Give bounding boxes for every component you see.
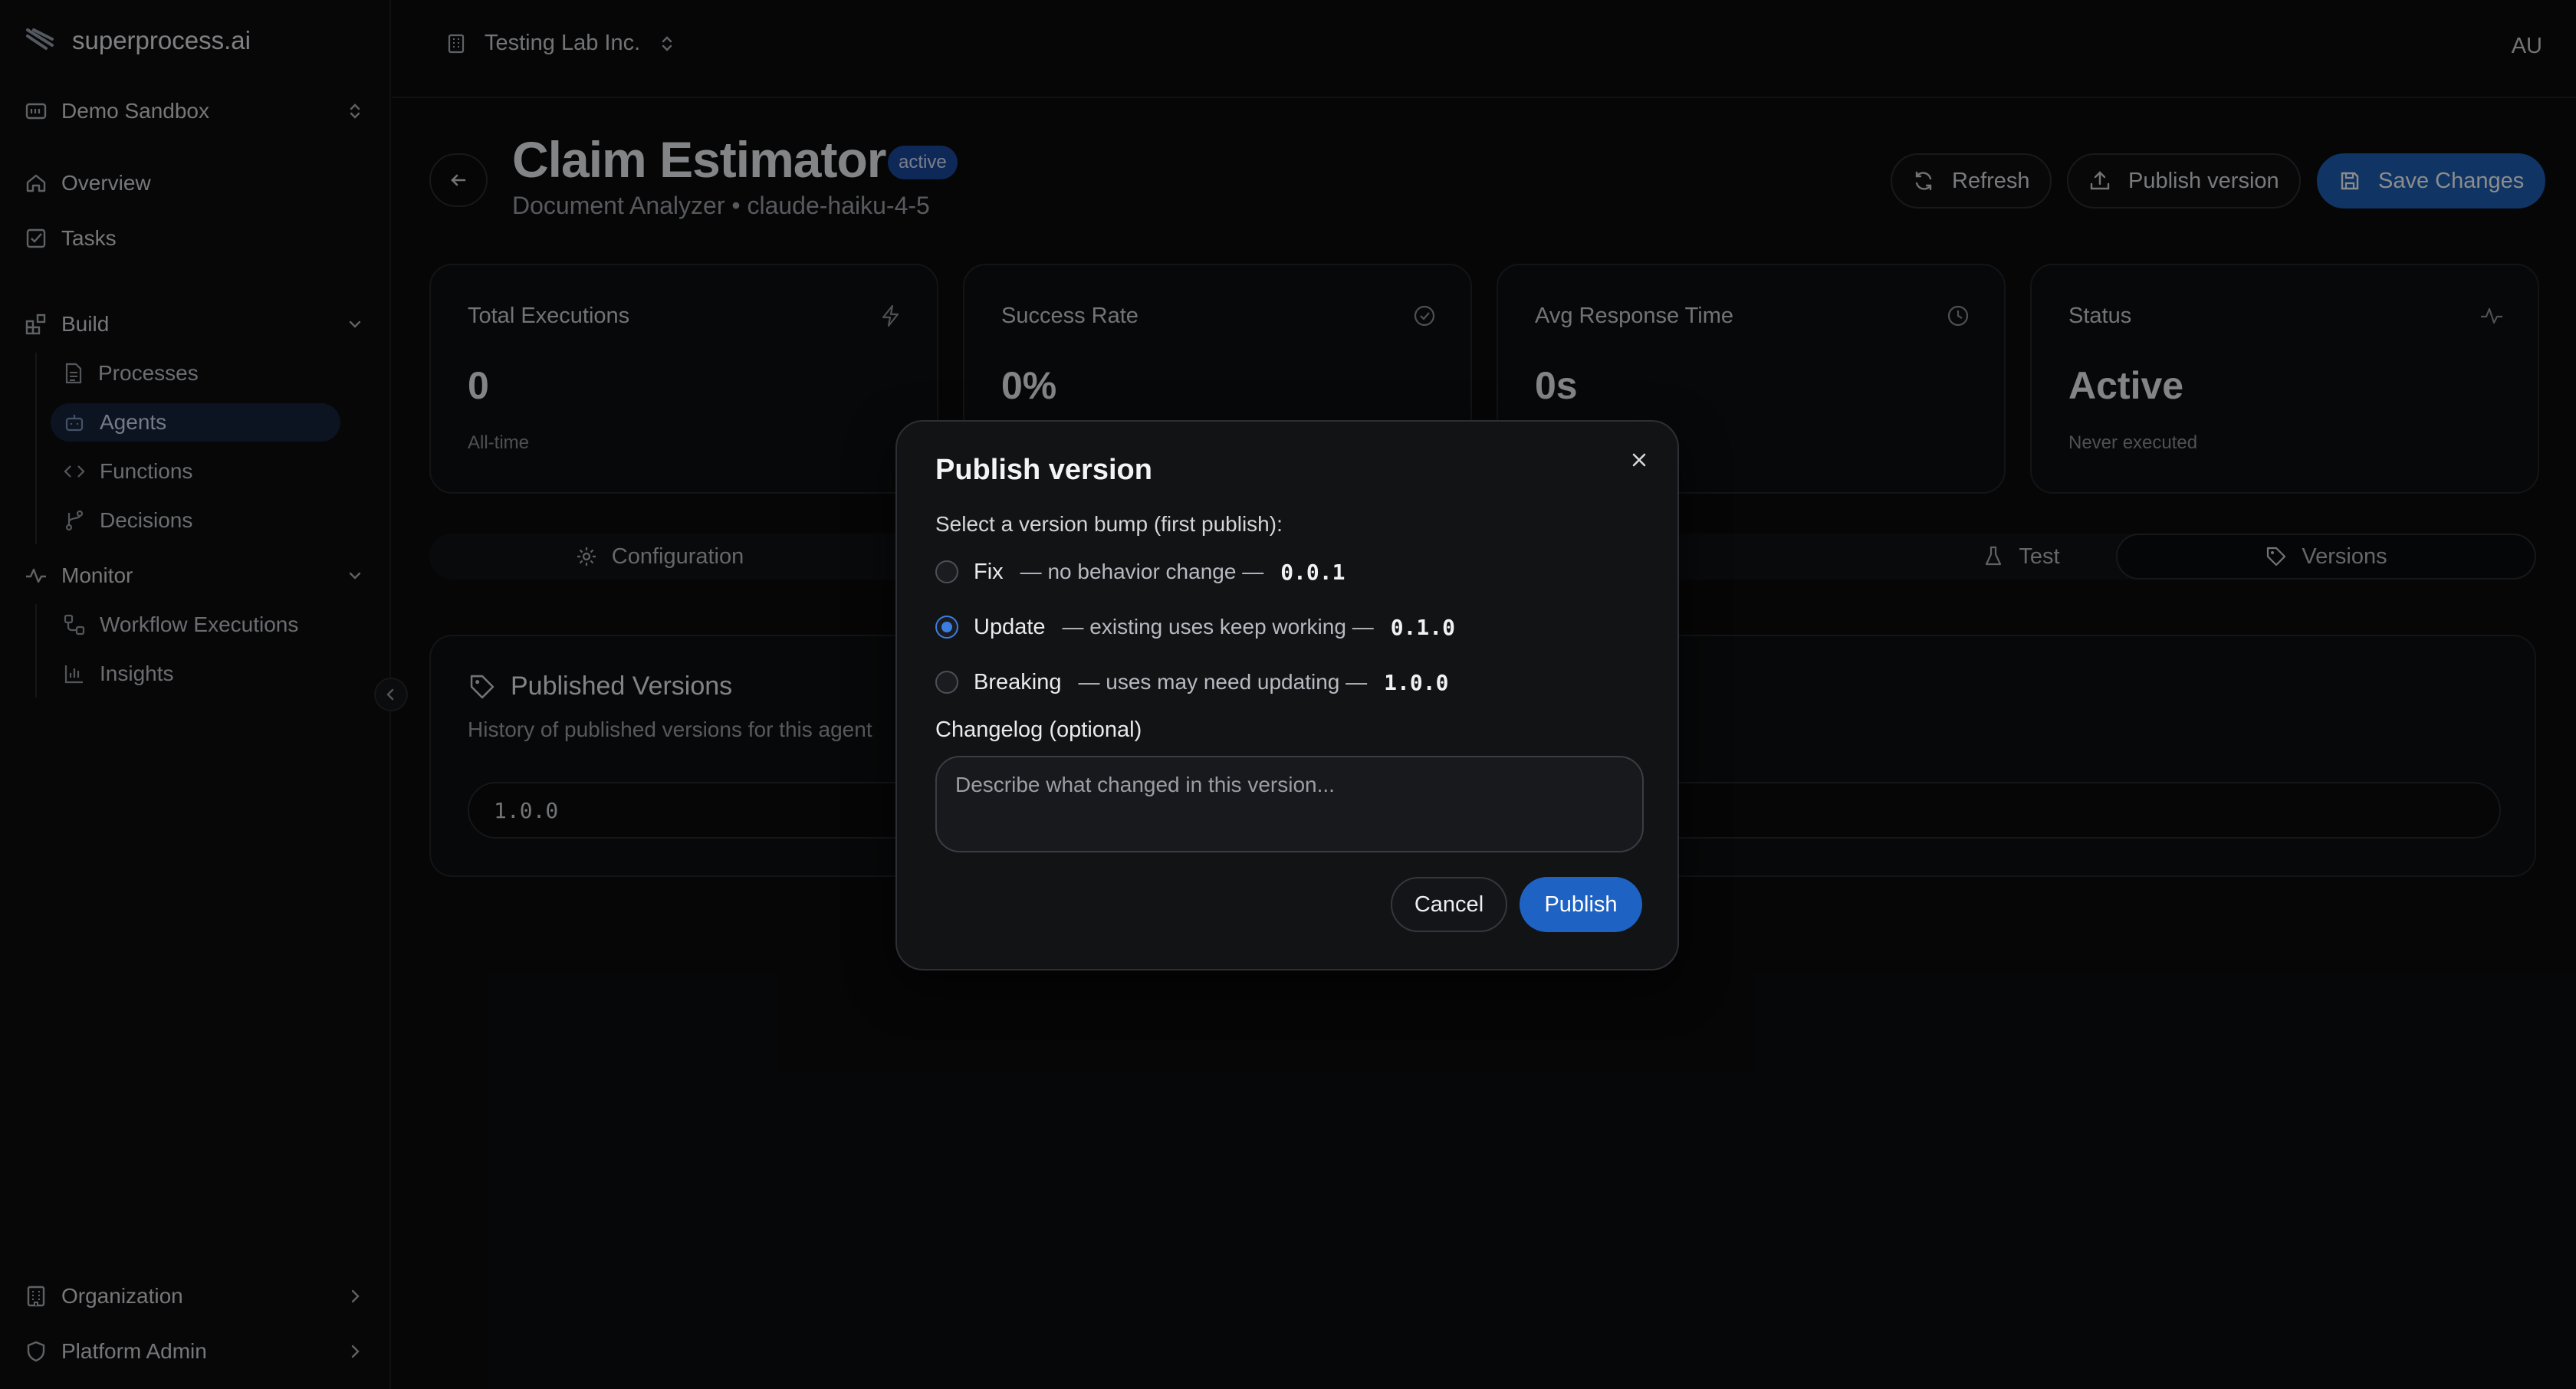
option-version: 0.1.0 bbox=[1390, 614, 1455, 640]
publish-button[interactable]: Publish bbox=[1520, 877, 1642, 932]
close-icon bbox=[1629, 450, 1649, 470]
close-button[interactable] bbox=[1624, 445, 1654, 475]
option-version: 0.0.1 bbox=[1280, 559, 1346, 585]
changelog-textarea[interactable] bbox=[935, 756, 1644, 852]
radio-breaking[interactable] bbox=[935, 671, 958, 694]
cancel-button[interactable]: Cancel bbox=[1391, 877, 1507, 932]
option-label: Breaking bbox=[974, 669, 1062, 694]
option-description: — no behavior change — bbox=[1020, 560, 1264, 583]
radio-update[interactable] bbox=[935, 616, 958, 639]
option-description: — existing uses keep working — bbox=[1062, 615, 1374, 639]
option-version: 1.0.0 bbox=[1384, 669, 1449, 695]
app-root: superprocess.ai Demo Sandbox Overview Ta… bbox=[0, 0, 2576, 1389]
option-label: Update bbox=[974, 614, 1046, 639]
option-update[interactable]: Update — existing uses keep working — 0.… bbox=[935, 610, 1455, 644]
dialog-instruction: Select a version bump (first publish): bbox=[935, 512, 1283, 536]
option-label: Fix bbox=[974, 559, 1004, 584]
changelog-label: Changelog (optional) bbox=[935, 717, 1142, 742]
option-description: — uses may need updating — bbox=[1078, 670, 1368, 694]
radio-fix[interactable] bbox=[935, 560, 958, 583]
dialog-title: Publish version bbox=[935, 454, 1152, 486]
option-breaking[interactable]: Breaking — uses may need updating — 1.0.… bbox=[935, 665, 1448, 699]
publish-version-dialog: Publish version Select a version bump (f… bbox=[895, 420, 1679, 970]
option-fix[interactable]: Fix — no behavior change — 0.0.1 bbox=[935, 555, 1346, 589]
